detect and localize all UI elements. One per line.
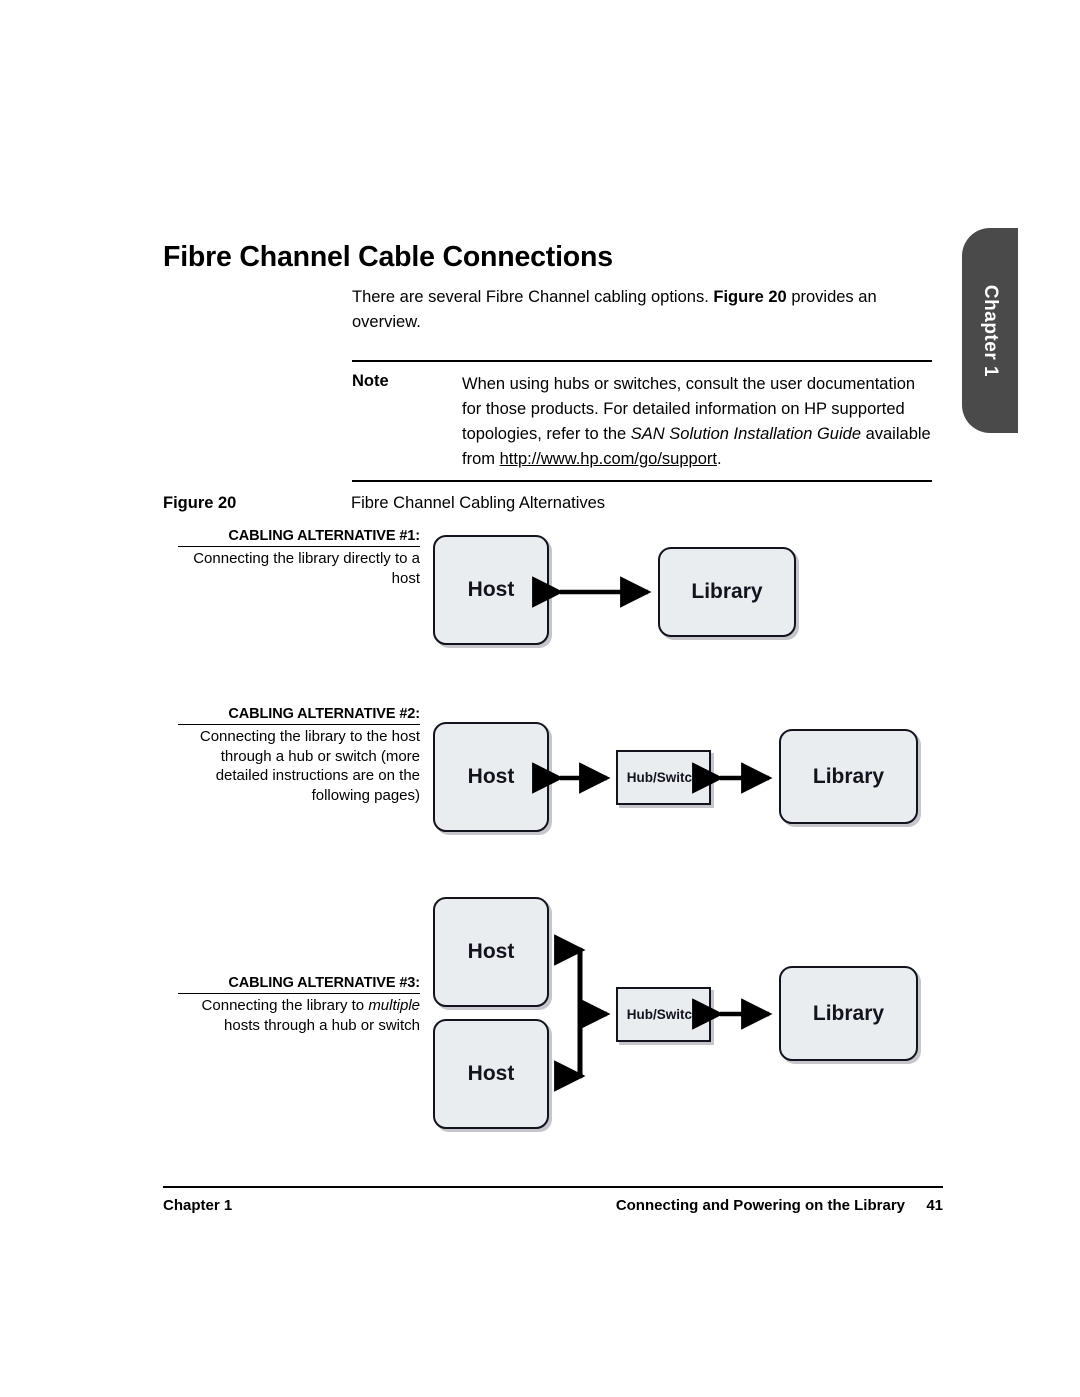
document-page: Chapter 1 Fibre Channel Cable Connection… — [0, 0, 1080, 1397]
diagram-1-host-node: Host — [433, 535, 549, 645]
footer-chapter: Chapter 1 — [163, 1197, 233, 1214]
diagram-3-hub-switch-node: Hub/Switch — [616, 987, 711, 1042]
footer-section-title: Connecting and Powering on the Library — [615, 1197, 905, 1214]
note-text: When using hubs or switches, consult the… — [462, 372, 932, 472]
figure-caption: Figure 20 Fibre Channel Cabling Alternati… — [163, 494, 943, 513]
footer-page-number: 41 — [926, 1197, 943, 1214]
note-block: Note When using hubs or switches, consul… — [352, 360, 932, 482]
footer: Chapter 1 Connecting and Powering on the… — [163, 1186, 943, 1214]
alt-3-title: CABLING ALTERNATIVE #3: — [178, 975, 420, 994]
footer-row: Chapter 1 Connecting and Powering on the… — [163, 1188, 943, 1214]
note-guide-title: SAN Solution Installation Guide — [630, 425, 861, 443]
alt-1-description: Connecting the library directly to a hos… — [193, 550, 420, 587]
note-body: Note When using hubs or switches, consul… — [352, 362, 932, 480]
arrow-hub-to-hosts-3 — [554, 934, 611, 1092]
note-label: Note — [352, 372, 389, 390]
diagram-2-host-node: Host — [433, 722, 549, 832]
diagram-3-host-node-2: Host — [433, 1019, 549, 1129]
alt-3-desc-pre: Connecting the library to — [201, 997, 369, 1014]
diagram-3-library-node: Library — [779, 966, 918, 1061]
page-title: Fibre Channel Cable Connections — [163, 241, 613, 273]
alt-2-description: Connecting the library to the host throu… — [199, 728, 420, 804]
cabling-alternative-1-label: CABLING ALTERNATIVE #1: Connecting the l… — [178, 528, 420, 588]
chapter-tab-label: Chapter 1 — [980, 284, 1001, 377]
intro-paragraph: There are several Fibre Channel cabling … — [352, 285, 942, 335]
diagram-1-library-node: Library — [658, 547, 796, 637]
alt-3-desc-post: hosts through a hub or switch — [224, 1016, 420, 1034]
cabling-alternative-2-label: CABLING ALTERNATIVE #2: Connecting the l… — [178, 706, 420, 805]
diagram-2-library-node: Library — [779, 729, 918, 824]
alt-3-description: Connecting the library to multiple hosts… — [178, 994, 420, 1035]
figure-title: Fibre Channel Cabling Alternatives — [351, 494, 606, 512]
diagram-2-hub-switch-node: Hub/Switch — [616, 750, 711, 805]
note-bottom-rule — [352, 480, 932, 482]
alt-2-title: CABLING ALTERNATIVE #2: — [178, 706, 420, 725]
cabling-alternative-3-label: CABLING ALTERNATIVE #3: Connecting the l… — [178, 975, 420, 1035]
intro-figure-reference: Figure 20 — [713, 288, 787, 306]
chapter-thumb-tab: Chapter 1 — [962, 228, 1018, 433]
diagram-3-host-node-1: Host — [433, 897, 549, 1007]
intro-text-before: There are several Fibre Channel cabling … — [352, 288, 714, 306]
alt-3-desc-emphasis: multiple — [368, 997, 420, 1014]
note-support-link[interactable]: http://www.hp.com/go/support — [500, 450, 717, 468]
note-period: . — [716, 450, 722, 468]
figure-number: Figure 20 — [163, 494, 237, 512]
alt-1-title: CABLING ALTERNATIVE #1: — [178, 528, 420, 547]
